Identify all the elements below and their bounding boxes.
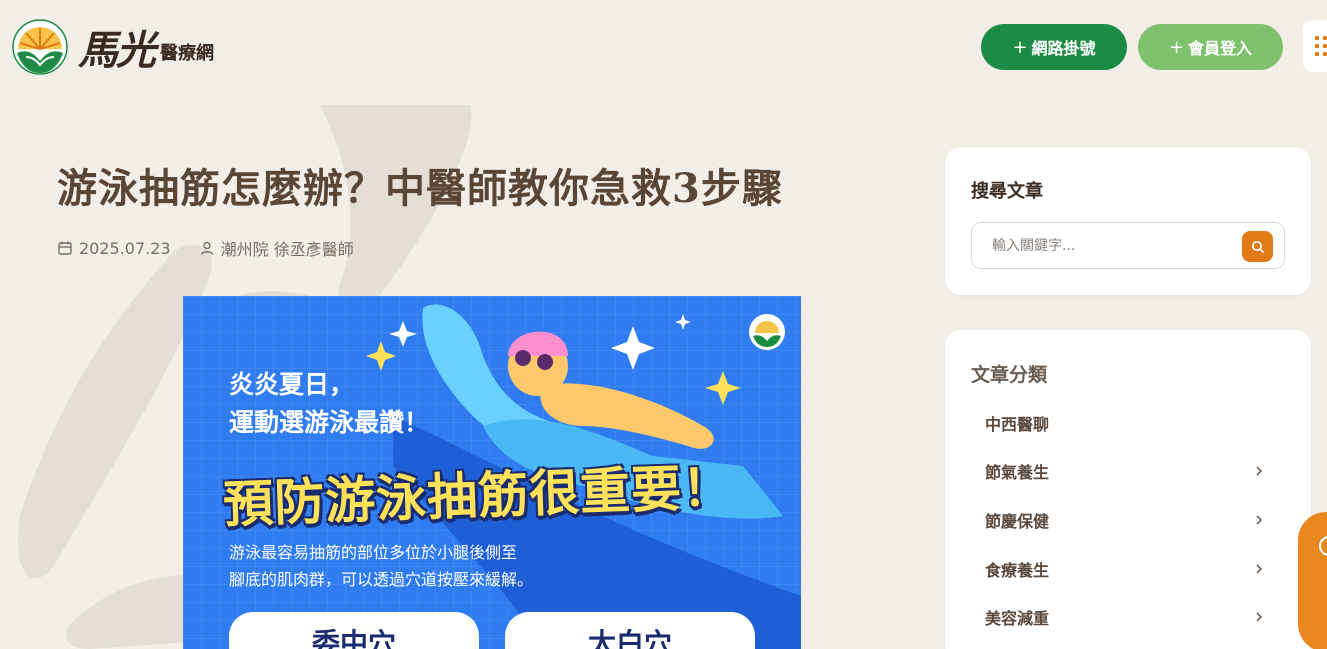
category-label: 美容減重: [985, 609, 1050, 628]
info-icon: [1319, 536, 1327, 556]
menu-button[interactable]: [1303, 20, 1327, 72]
acupoint-card-weizhong: 委中穴: [229, 612, 479, 649]
search-panel: 搜尋文章: [945, 147, 1311, 295]
hero-intro-text: 炎炎夏日， 運動選游泳最讚！: [229, 366, 429, 442]
search-button[interactable]: [1242, 231, 1273, 262]
chevron-right-icon[interactable]: [1253, 514, 1265, 526]
hero-description-line-2: 腳底的肌肉群，可以透過穴道按壓來緩解。: [229, 570, 534, 589]
logo-brand-text: 馬光: [78, 27, 156, 74]
category-item[interactable]: 節氣養生: [985, 456, 1265, 486]
chevron-right-icon[interactable]: [1253, 563, 1265, 575]
article-date: 2025.07.23: [57, 239, 171, 258]
search-input[interactable]: [972, 223, 1284, 268]
site-header: 馬光 醫療網 + 網路掛號 + 會員登入: [0, 0, 1327, 95]
hero-description-line-1: 游泳最容易抽筋的部位多位於小腿後側至: [229, 543, 518, 562]
article-author-text: 潮州院 徐丞彥醫師: [220, 240, 354, 259]
site-logo[interactable]: 馬光 醫療網: [12, 18, 214, 76]
acupoint-card-taibai: 太白穴: [505, 612, 755, 649]
category-item[interactable]: 中西醫聊: [985, 408, 1265, 438]
hero-logo-icon: [749, 314, 785, 350]
logo-subtitle: 醫療網: [160, 43, 214, 64]
category-label: 節慶保健: [985, 512, 1050, 531]
article-author[interactable]: 潮州院 徐丞彥醫師: [199, 236, 354, 260]
article-hero-image: 炎炎夏日， 運動選游泳最讚！ 預防游泳抽筋很重要！ 游泳最容易抽筋的部位多位於小…: [183, 296, 801, 649]
category-label: 節氣養生: [985, 463, 1050, 482]
floating-side-tab[interactable]: [1298, 512, 1327, 649]
online-registration-button[interactable]: + 網路掛號: [981, 24, 1127, 70]
online-registration-label: 網路掛號: [1031, 39, 1096, 58]
calendar-icon: [58, 241, 72, 255]
category-item[interactable]: 食療養生: [985, 554, 1265, 584]
article-date-text: 2025.07.23: [79, 238, 171, 258]
chevron-right-icon[interactable]: [1253, 611, 1265, 623]
hero-intro-line-2: 運動選游泳最讚！: [229, 408, 430, 437]
categories-panel: 文章分類 中西醫聊 節氣養生 節慶保健 食療養生 美容減重: [945, 330, 1311, 649]
logo-emblem-icon: [12, 19, 68, 75]
article-title: 游泳抽筋怎麼辦？中醫師教你急救3步驟: [57, 165, 783, 212]
grid-dots-icon: [1315, 36, 1327, 56]
categories-panel-title: 文章分類: [971, 364, 1048, 386]
category-label: 食療養生: [985, 561, 1050, 580]
member-login-button[interactable]: + 會員登入: [1138, 24, 1283, 70]
plus-icon: +: [1012, 36, 1028, 58]
article-meta: 2025.07.23 潮州院 徐丞彥醫師: [57, 236, 354, 260]
category-label: 中西醫聊: [985, 415, 1050, 434]
acupoint-card-label: 委中穴: [312, 622, 396, 649]
search-icon: [1251, 240, 1264, 253]
category-item[interactable]: 美容減重: [985, 602, 1265, 632]
search-box: [971, 222, 1285, 269]
chevron-right-icon[interactable]: [1253, 465, 1265, 477]
user-icon: [200, 241, 213, 255]
member-login-label: 會員登入: [1188, 39, 1253, 58]
acupoint-card-label: 太白穴: [588, 622, 672, 649]
hero-description: 游泳最容易抽筋的部位多位於小腿後側至 腳底的肌肉群，可以透過穴道按壓來緩解。: [229, 539, 533, 593]
hero-intro-line-1: 炎炎夏日，: [229, 370, 355, 399]
search-panel-title: 搜尋文章: [971, 181, 1043, 202]
category-item[interactable]: 節慶保健: [985, 505, 1265, 535]
plus-icon: +: [1168, 36, 1185, 58]
